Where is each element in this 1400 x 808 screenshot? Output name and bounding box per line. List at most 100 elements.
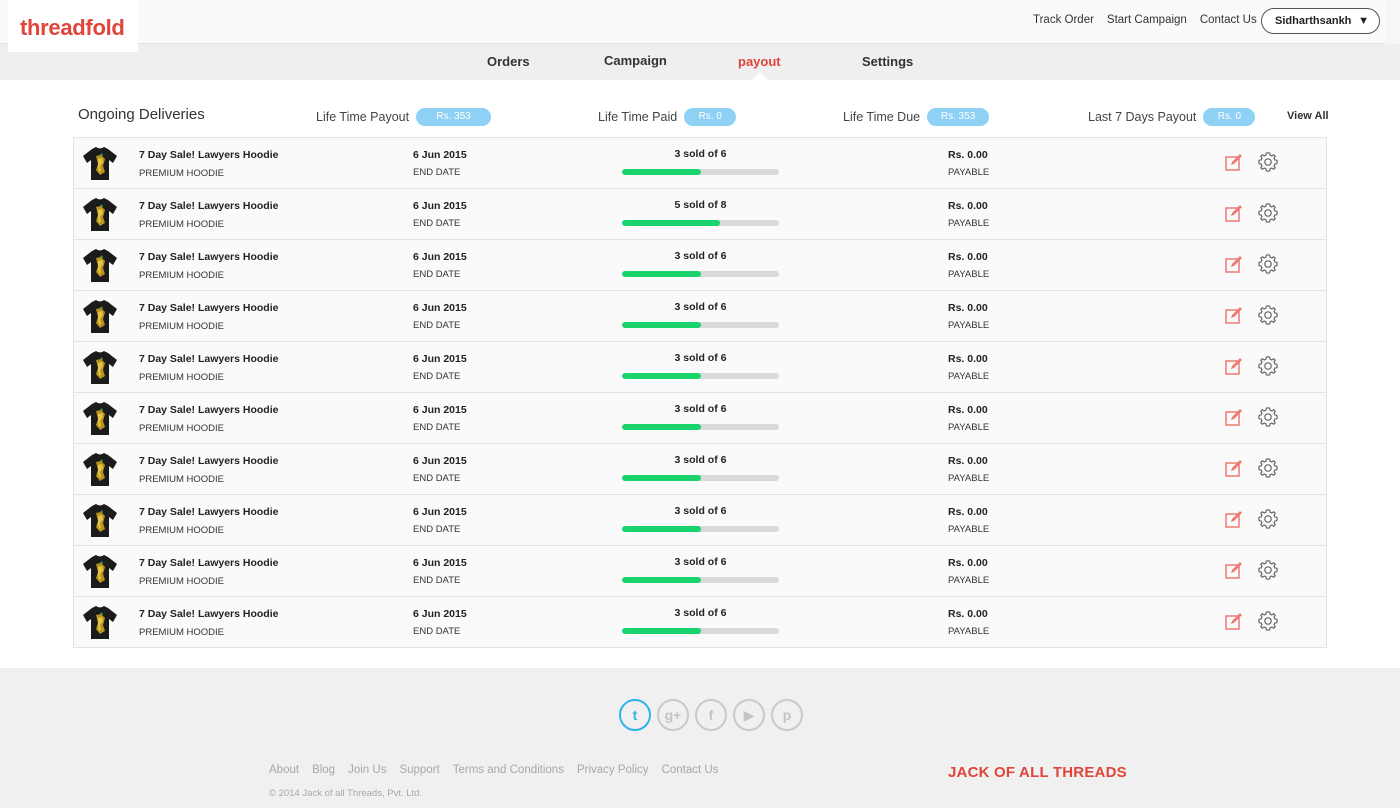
sales-progress-fill	[622, 220, 721, 226]
product-name: 7 Day Sale! Lawyers Hoodie	[139, 353, 279, 365]
footer-links: About Blog Join Us Support Terms and Con…	[269, 764, 718, 776]
hoodie-thumbnail	[81, 299, 119, 335]
google-plus-icon[interactable]: g+	[657, 699, 689, 731]
youtube-icon[interactable]: ▶	[733, 699, 765, 731]
sales-progress-fill	[622, 373, 701, 379]
gear-icon[interactable]	[1257, 457, 1279, 479]
footer-link-contact[interactable]: Contact Us	[662, 764, 719, 776]
twitter-icon[interactable]: t	[619, 699, 651, 731]
product-name: 7 Day Sale! Lawyers Hoodie	[139, 455, 279, 467]
lifetime-due-badge: Rs. 353	[927, 108, 990, 126]
sales-progress-bar	[622, 628, 779, 634]
payable-amount: Rs. 0.00	[948, 506, 988, 518]
product-name: 7 Day Sale! Lawyers Hoodie	[139, 557, 279, 569]
edit-icon[interactable]	[1224, 407, 1244, 427]
end-date-label: END DATE	[413, 218, 461, 229]
edit-icon[interactable]	[1224, 509, 1244, 529]
table-row: 7 Day Sale! Lawyers Hoodie PREMIUM HOODIE…	[74, 342, 1326, 393]
edit-icon[interactable]	[1224, 152, 1244, 172]
table-row: 7 Day Sale! Lawyers Hoodie PREMIUM HOODIE…	[74, 597, 1326, 648]
payable-label: PAYABLE	[948, 575, 990, 586]
edit-icon[interactable]	[1224, 356, 1244, 376]
end-date: 6 Jun 2015	[413, 200, 467, 212]
last-7-days-badge: Rs. 0	[1203, 108, 1256, 126]
sales-progress-fill	[622, 322, 701, 328]
payable-amount: Rs. 0.00	[948, 251, 988, 263]
product-name: 7 Day Sale! Lawyers Hoodie	[139, 506, 279, 518]
end-date-label: END DATE	[413, 626, 461, 637]
sold-count: 3 sold of 6	[674, 607, 727, 619]
sales-progress-fill	[622, 577, 701, 583]
payable-label: PAYABLE	[948, 524, 990, 535]
nav-orders[interactable]: Orders	[487, 54, 530, 69]
hoodie-thumbnail	[81, 146, 119, 182]
payable-label: PAYABLE	[948, 167, 990, 178]
footer-link-blog[interactable]: Blog	[312, 764, 335, 776]
product-category: PREMIUM HOODIE	[139, 168, 224, 179]
facebook-icon[interactable]: f	[695, 699, 727, 731]
end-date-label: END DATE	[413, 320, 461, 331]
gear-icon[interactable]	[1257, 253, 1279, 275]
edit-icon[interactable]	[1224, 458, 1244, 478]
edit-icon[interactable]	[1224, 254, 1244, 274]
footer-link-terms[interactable]: Terms and Conditions	[453, 764, 564, 776]
sales-progress-bar	[622, 373, 779, 379]
active-tab-pointer	[752, 72, 768, 80]
view-all-link[interactable]: View All	[1287, 110, 1329, 122]
track-order-link[interactable]: Track Order	[1033, 14, 1094, 26]
user-menu-button[interactable]: Sidharthsankh ▼	[1261, 8, 1380, 34]
edit-icon[interactable]	[1224, 305, 1244, 325]
lifetime-payout-badge: Rs. 353	[416, 108, 492, 126]
product-name: 7 Day Sale! Lawyers Hoodie	[139, 149, 279, 161]
gear-icon[interactable]	[1257, 355, 1279, 377]
lifetime-payout-label: Life Time Payout	[316, 110, 410, 124]
edit-icon[interactable]	[1224, 203, 1244, 223]
gear-icon[interactable]	[1257, 304, 1279, 326]
nav-settings[interactable]: Settings	[862, 54, 913, 69]
footer-link-support[interactable]: Support	[399, 764, 439, 776]
lifetime-paid-label: Life Time Paid	[598, 110, 678, 124]
payable-label: PAYABLE	[948, 218, 990, 229]
last-7-days-payout: Last 7 Days Payout Rs. 0	[1088, 108, 1256, 126]
end-date: 6 Jun 2015	[413, 506, 467, 518]
end-date: 6 Jun 2015	[413, 557, 467, 569]
pinterest-icon[interactable]: p	[771, 699, 803, 731]
logo[interactable]: threadfold	[20, 15, 125, 41]
gear-icon[interactable]	[1257, 202, 1279, 224]
hoodie-thumbnail	[81, 554, 119, 590]
gear-icon[interactable]	[1257, 508, 1279, 530]
gear-icon[interactable]	[1257, 559, 1279, 581]
hoodie-thumbnail	[81, 350, 119, 386]
payable-amount: Rs. 0.00	[948, 353, 988, 365]
gear-icon[interactable]	[1257, 610, 1279, 632]
gear-icon[interactable]	[1257, 406, 1279, 428]
end-date-label: END DATE	[413, 422, 461, 433]
nav-payout[interactable]: payout	[738, 54, 781, 69]
product-category: PREMIUM HOODIE	[139, 219, 224, 230]
footer-brand-logo[interactable]: JACK OF ALL THREADS	[948, 764, 1127, 781]
sold-count: 3 sold of 6	[674, 301, 727, 313]
gear-icon[interactable]	[1257, 151, 1279, 173]
footer-link-join-us[interactable]: Join Us	[348, 764, 386, 776]
end-date-label: END DATE	[413, 371, 461, 382]
payable-label: PAYABLE	[948, 269, 990, 280]
footer-link-about[interactable]: About	[269, 764, 299, 776]
end-date-label: END DATE	[413, 575, 461, 586]
hoodie-thumbnail	[81, 248, 119, 284]
product-category: PREMIUM HOODIE	[139, 576, 224, 587]
contact-us-link[interactable]: Contact Us	[1200, 14, 1257, 26]
footer-link-privacy[interactable]: Privacy Policy	[577, 764, 649, 776]
start-campaign-link[interactable]: Start Campaign	[1107, 14, 1187, 26]
edit-icon[interactable]	[1224, 611, 1244, 631]
sold-count: 5 sold of 8	[674, 199, 727, 211]
hoodie-thumbnail	[81, 197, 119, 233]
product-category: PREMIUM HOODIE	[139, 372, 224, 383]
end-date: 6 Jun 2015	[413, 251, 467, 263]
end-date-label: END DATE	[413, 473, 461, 484]
nav-campaign[interactable]: Campaign	[604, 53, 667, 68]
hoodie-thumbnail	[81, 401, 119, 437]
table-row: 7 Day Sale! Lawyers Hoodie PREMIUM HOODIE…	[74, 546, 1326, 597]
edit-icon[interactable]	[1224, 560, 1244, 580]
sales-progress-bar	[622, 577, 779, 583]
sales-progress-fill	[622, 169, 701, 175]
